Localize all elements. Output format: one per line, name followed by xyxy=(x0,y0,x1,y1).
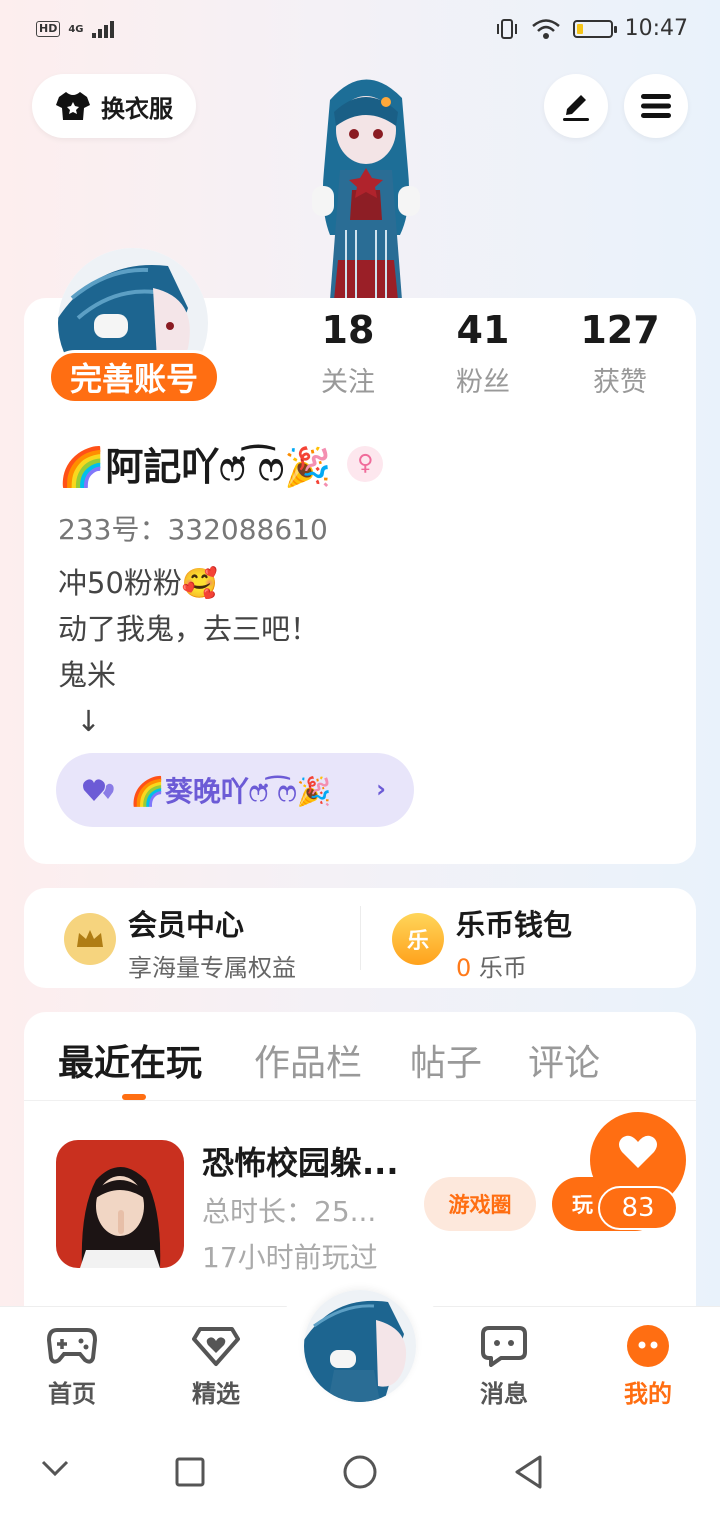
stat-following[interactable]: 18 关注 xyxy=(278,308,418,399)
vip-center-button[interactable]: 会员中心 享海量专属权益 xyxy=(128,902,296,983)
nickname: 🌈阿記吖ෆ̈ ͡ෆ🎉 xyxy=(58,445,332,489)
game-circle-button[interactable]: 游戏圈 xyxy=(424,1177,536,1231)
double-heart-icon xyxy=(83,779,114,801)
likes-count: 127 xyxy=(580,308,660,352)
nav-featured-label: 精选 xyxy=(192,1380,240,1408)
coin-icon: 乐 xyxy=(392,913,444,965)
signal-icon xyxy=(91,20,114,38)
tab-divider xyxy=(24,1100,696,1101)
coin-unit: 乐币 xyxy=(478,954,527,982)
tab-recent-played[interactable]: 最近在玩 xyxy=(58,1034,202,1086)
hd-indicator: HD xyxy=(36,21,61,37)
chevron-right-icon: › xyxy=(376,775,386,803)
vibrate-icon xyxy=(496,18,517,39)
coin-balance: 0 乐币 xyxy=(456,948,572,983)
character-figure[interactable] xyxy=(290,60,440,300)
nav-featured[interactable]: 精选 xyxy=(166,1324,266,1409)
tab-comments[interactable]: 评论 xyxy=(528,1034,600,1086)
collapse-chevron-icon[interactable] xyxy=(40,1458,70,1478)
heart-icon xyxy=(619,1135,657,1168)
nav-messages-label: 消息 xyxy=(480,1380,528,1408)
status-right: 10:47 xyxy=(495,16,688,41)
menu-icon xyxy=(641,94,671,118)
stat-fans[interactable]: 41 粉丝 xyxy=(413,308,553,399)
vip-title: 会员中心 xyxy=(128,908,245,942)
coin-amount: 0 xyxy=(456,954,472,982)
status-left: HD 4G xyxy=(36,20,114,38)
battery-icon xyxy=(572,19,617,38)
mine-icon xyxy=(627,1325,669,1367)
gamepad-icon xyxy=(47,1328,97,1364)
linked-user-chip[interactable]: 🌈葵晚吖ෆ̈ ͡ෆ🎉 › xyxy=(56,753,414,827)
floating-like-count: 83 xyxy=(598,1186,678,1230)
nav-home-label: 首页 xyxy=(48,1380,96,1408)
following-label: 关注 xyxy=(321,367,375,398)
wallet-divider xyxy=(360,906,361,970)
coin-title: 乐币钱包 xyxy=(456,908,573,942)
heart-diamond-icon xyxy=(192,1327,240,1366)
home-circle-icon[interactable] xyxy=(342,1454,378,1490)
network-type: 4G xyxy=(68,23,84,35)
dress-up-label: 换衣服 xyxy=(101,94,173,123)
fans-count: 41 xyxy=(456,308,510,352)
chat-icon xyxy=(481,1326,527,1367)
wifi-icon xyxy=(531,18,560,39)
battery-level xyxy=(576,23,583,34)
system-nav-bar xyxy=(0,1422,720,1520)
back-triangle-icon[interactable] xyxy=(512,1454,546,1490)
complete-account-button[interactable]: 完善账号 xyxy=(48,350,220,404)
nav-mine-label: 我的 xyxy=(624,1380,672,1408)
nav-messages[interactable]: 消息 xyxy=(454,1324,554,1409)
game-title[interactable]: 恐怖校园躲... xyxy=(202,1138,398,1184)
fans-label: 粉丝 xyxy=(456,367,510,398)
nav-home[interactable]: 首页 xyxy=(22,1324,122,1409)
status-bar: HD 4G 10:47 xyxy=(0,0,720,64)
vip-subtitle: 享海量专属权益 xyxy=(128,954,296,982)
edit-icon xyxy=(563,95,589,121)
dress-up-button[interactable]: 换衣服 xyxy=(32,74,196,138)
likes-label: 获赞 xyxy=(593,367,647,398)
nav-mine[interactable]: 我的 xyxy=(598,1324,698,1409)
crown-icon xyxy=(64,913,116,965)
nickname-row: 🌈阿記吖ෆ̈ ͡ෆ🎉 ♀ xyxy=(58,436,384,491)
edit-profile-button[interactable] xyxy=(544,74,608,138)
following-count: 18 xyxy=(321,308,375,352)
coin-wallet-button[interactable]: 乐币钱包 0 乐币 xyxy=(456,902,572,983)
nav-center-avatar[interactable] xyxy=(304,1290,416,1402)
stat-likes[interactable]: 127 获赞 xyxy=(550,308,690,399)
tshirt-icon xyxy=(56,92,90,120)
tab-posts[interactable]: 帖子 xyxy=(410,1034,482,1086)
recent-apps-icon[interactable] xyxy=(174,1456,206,1488)
female-gender-icon: ♀ xyxy=(347,445,384,482)
linked-user-name: 🌈葵晚吖ෆ̈ ͡ෆ🎉 xyxy=(130,775,332,808)
bio: 冲50粉粉🥰 动了我鬼，去三吧！ 鬼米 ↓ xyxy=(58,566,320,738)
game-last-played: 17小时前玩过 xyxy=(202,1241,378,1274)
account-id: 233号：332088610 xyxy=(58,513,328,546)
game-duration: 总时长：25... xyxy=(202,1195,377,1228)
game-icon[interactable] xyxy=(56,1140,184,1268)
clock: 10:47 xyxy=(624,16,688,41)
menu-button[interactable] xyxy=(624,74,688,138)
tab-works[interactable]: 作品栏 xyxy=(254,1034,362,1086)
